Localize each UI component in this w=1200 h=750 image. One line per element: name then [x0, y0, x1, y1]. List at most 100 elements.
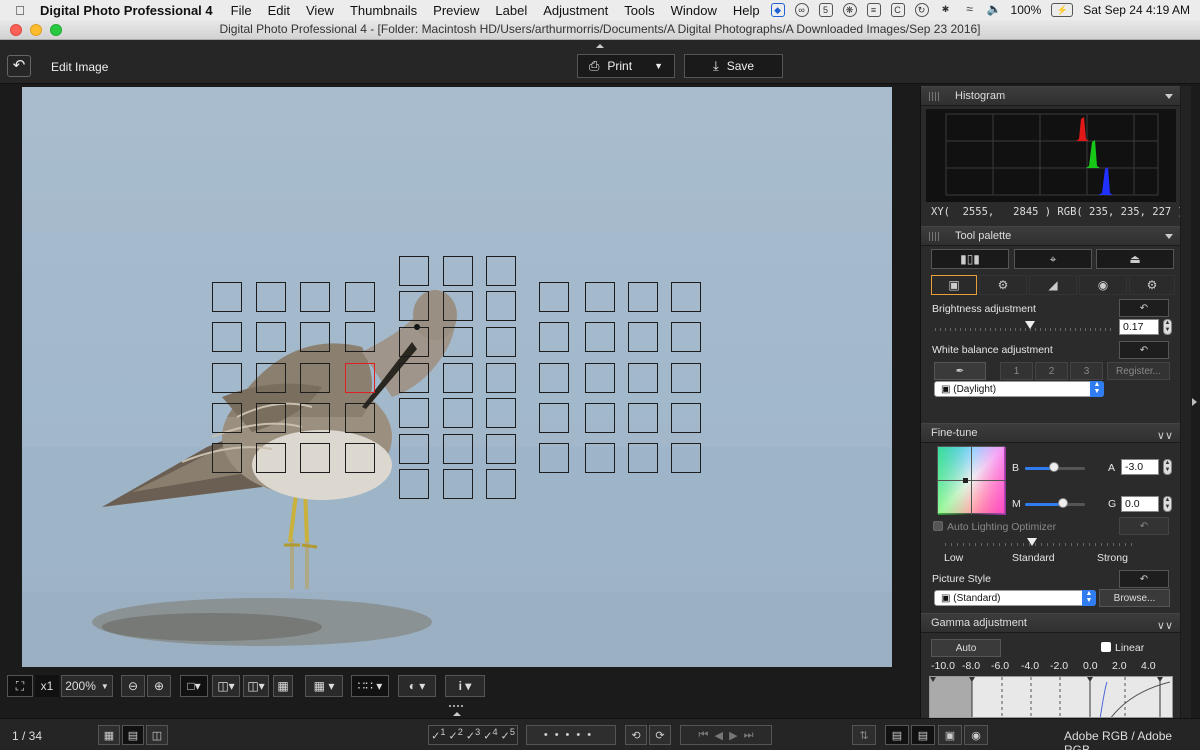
picture-style-reset-button[interactable]: ↶ [1119, 570, 1169, 588]
linear-checkbox[interactable] [1101, 642, 1111, 652]
alo-slider-thumb[interactable] [1027, 538, 1037, 546]
picture-style-select[interactable]: ▣ (Standard) ▲ ▼ [934, 590, 1096, 606]
af-point-display-button[interactable]: □▾ [180, 675, 208, 697]
print-dropdown-icon[interactable]: ▼ [654, 61, 663, 71]
menu-tools[interactable]: Tools [624, 3, 654, 18]
check-5[interactable]: ✓5 [501, 727, 515, 743]
tab-tone-curve[interactable]: ◢ [1029, 275, 1077, 295]
tool-tab-crop[interactable]: ⌖ [1014, 249, 1092, 269]
grid-overlay-button[interactable]: ▦ ▾ [305, 675, 343, 697]
drag-grip-icon[interactable] [929, 232, 939, 241]
steering-icon[interactable]: ❋ [842, 3, 857, 17]
close-window-icon[interactable] [10, 24, 22, 36]
brightness-reset-button[interactable]: ↶ [1119, 299, 1169, 317]
dropbox-icon[interactable]: ◆ [770, 3, 785, 17]
info-button[interactable]: i ▾ [445, 675, 485, 697]
check-2[interactable]: ✓2 [448, 727, 462, 743]
menubar-clock[interactable]: Sat Sep 24 4:19 AM [1083, 3, 1190, 17]
g-value-stepper[interactable]: ▲ ▼ [1163, 496, 1172, 512]
zoom-window-icon[interactable] [50, 24, 62, 36]
menu-edit[interactable]: Edit [268, 3, 290, 18]
menu-window[interactable]: Window [671, 3, 717, 18]
bluetooth-icon[interactable]: ✱ [939, 3, 953, 17]
tab-color-adjustment[interactable]: ◉ [1079, 275, 1127, 295]
tab-detail-settings[interactable]: ⚙ [1129, 275, 1175, 295]
collapse-double-chevron-icon[interactable]: ∨∨ [1157, 427, 1173, 445]
collapse-double-chevron-icon[interactable]: ∨∨ [1157, 617, 1173, 635]
wb-preset-1[interactable]: 1 [1000, 362, 1033, 380]
color-fine-tune-map[interactable] [937, 446, 1006, 515]
gamma-auto-button[interactable]: Auto [931, 639, 1001, 657]
back-button[interactable]: ↶ [7, 55, 31, 77]
first-image-icon[interactable]: ⏮ [698, 729, 708, 742]
menu-preview[interactable]: Preview [433, 3, 479, 18]
white-balance-reset-button[interactable]: ↶ [1119, 341, 1169, 359]
brightness-slider-thumb[interactable] [1025, 321, 1035, 329]
image-preview[interactable] [22, 87, 892, 667]
tool-palette-toggle[interactable]: ▤ [885, 725, 909, 745]
tool-tab-adjust[interactable]: ▮▯▮ [931, 249, 1009, 269]
collapse-toolbar-icon[interactable] [593, 40, 607, 48]
a-value-stepper[interactable]: ▲ ▼ [1163, 459, 1172, 475]
five-icon[interactable]: 5 [818, 3, 833, 17]
rotate-right-button[interactable]: ⟳ [649, 725, 671, 745]
panel-scrollbar[interactable] [1181, 86, 1191, 718]
apple-icon[interactable]:  [0, 3, 40, 18]
star-rating-dots[interactable]: ••••• [526, 725, 616, 745]
wb-register-button[interactable]: Register... [1107, 362, 1170, 380]
panel-expand-arrow-icon[interactable] [1192, 398, 1197, 406]
g-value-input[interactable]: 0.0 [1121, 496, 1159, 512]
rotate-left-button[interactable]: ⟲ [625, 725, 647, 745]
check-4[interactable]: ✓4 [483, 727, 497, 743]
next-image-icon[interactable]: ▶ [729, 729, 737, 742]
last-image-icon[interactable]: ⏭ [744, 729, 754, 742]
previous-image-icon[interactable]: ◀ [714, 729, 722, 742]
white-balance-select[interactable]: ▣ (Daylight) ▲ ▼ [934, 381, 1104, 397]
tab-tone-adjustment[interactable]: ⚙ [979, 275, 1027, 295]
single-view-button[interactable]: ▤ [122, 725, 144, 745]
a-value-input[interactable]: -3.0 [1121, 459, 1159, 475]
fit-to-screen-button[interactable]: ⛶ [7, 675, 33, 697]
volume-icon[interactable]: 🔈 [987, 3, 1002, 17]
b-a-slider-knob[interactable] [1049, 462, 1059, 472]
menu-view[interactable]: View [306, 3, 334, 18]
gamma-graph[interactable] [929, 676, 1173, 718]
stack-icon[interactable]: ≡ [866, 3, 881, 17]
zoom-out-button[interactable]: ⊖ [121, 675, 145, 697]
collapse-triangle-icon[interactable] [1165, 234, 1173, 239]
split-view-button[interactable]: ▦ [273, 675, 293, 697]
minimize-window-icon[interactable] [30, 24, 42, 36]
zoom-level-select[interactable]: 200% ▼ [61, 675, 113, 697]
expand-filmstrip-icon[interactable] [447, 702, 467, 718]
histogram-toggle[interactable]: ▤ [911, 725, 935, 745]
brightness-stepper[interactable]: ▲ ▼ [1163, 319, 1172, 335]
highlight-warning-button[interactable]: ◐ ▾ [398, 675, 436, 697]
alo-checkbox[interactable] [933, 521, 943, 531]
menu-file[interactable]: File [231, 3, 252, 18]
alo-reset-button[interactable]: ↶ [1119, 517, 1169, 535]
fine-tune-point[interactable] [963, 478, 968, 483]
check-3[interactable]: ✓3 [466, 727, 480, 743]
wifi-icon[interactable]: ≈ [963, 3, 977, 17]
grid-display-button[interactable]: ◫▾ [212, 675, 240, 697]
af-points-button[interactable]: ∷∷ ▾ [351, 675, 389, 697]
wb-preset-3[interactable]: 3 [1070, 362, 1103, 380]
fine-tune-header[interactable]: Fine-tune ∨∨ [921, 423, 1180, 443]
sort-button[interactable]: ⇅ [852, 725, 876, 745]
c-app-icon[interactable]: C [890, 3, 905, 17]
menu-adjustment[interactable]: Adjustment [543, 3, 608, 18]
battery-icon[interactable]: ⚡ [1051, 3, 1074, 17]
gamma-header[interactable]: Gamma adjustment ∨∨ [921, 613, 1180, 633]
time-machine-icon[interactable]: ↻ [914, 3, 929, 17]
zoom-1x-button[interactable]: x1 [35, 675, 59, 697]
menu-label[interactable]: Label [495, 3, 527, 18]
tool-tab-stamp[interactable]: ⏏ [1096, 249, 1174, 269]
menu-app-name[interactable]: Digital Photo Professional 4 [40, 3, 213, 18]
menu-thumbnails[interactable]: Thumbnails [350, 3, 417, 18]
click-white-balance-button[interactable]: ✒ [934, 362, 986, 380]
collapse-triangle-icon[interactable] [1165, 94, 1173, 99]
print-button[interactable]: ⎙ Print ▼ [577, 54, 675, 78]
brightness-value-input[interactable]: 0.17 [1119, 319, 1159, 335]
m-g-slider-knob[interactable] [1058, 498, 1068, 508]
menu-help[interactable]: Help [733, 3, 760, 18]
